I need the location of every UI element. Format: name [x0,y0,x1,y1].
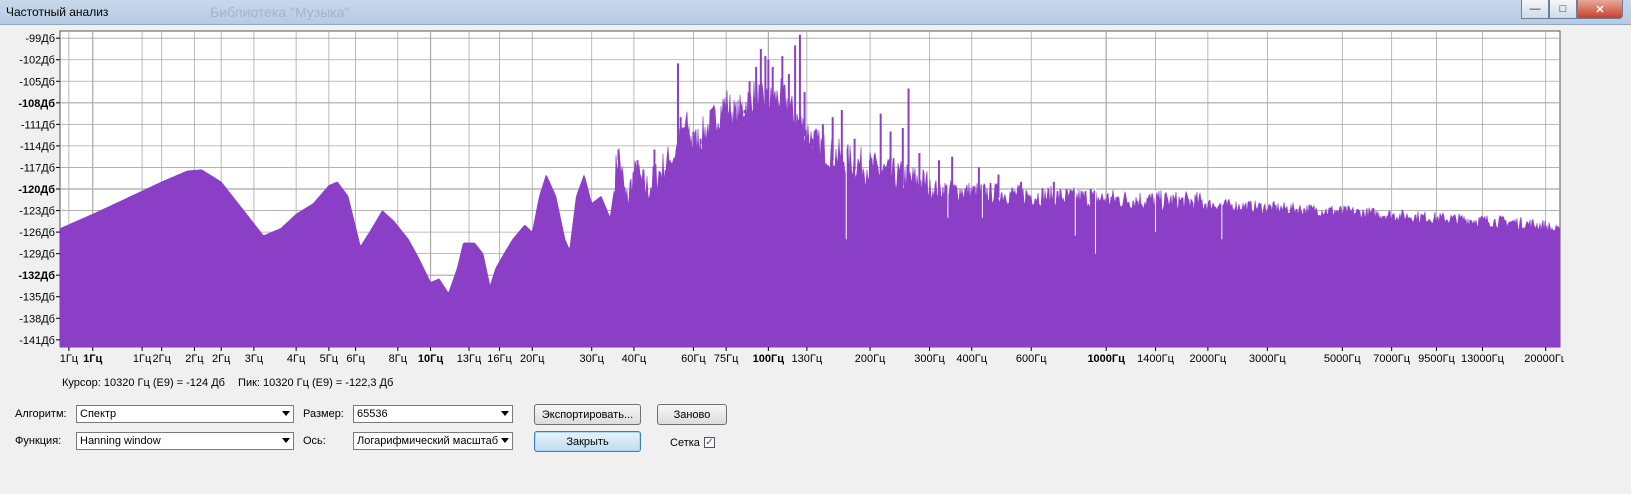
function-label: Функция: [15,435,62,447]
size-value: 65536 [357,408,388,420]
y-tick-label: -135Дб [19,292,55,304]
x-tick-label: 1Гц [83,353,102,365]
replot-button[interactable]: Заново [657,404,727,425]
x-tick-label: 3Гц [245,353,264,365]
x-tick-label: 400Гц [956,353,987,365]
x-tick-label: 9500Гц [1418,353,1455,365]
x-tick-label: 200Гц [855,353,886,365]
function-select[interactable]: Hanning window [76,432,294,450]
size-label: Размер: [303,408,344,420]
check-icon: ✓ [705,437,714,448]
window-title: Частотный анализ [6,5,109,19]
x-tick-label: 16Гц [487,353,512,365]
y-tick-label: -141Дб [19,335,55,347]
y-tick-label: -132Дб [18,270,55,282]
algorithm-value: Спектр [80,408,117,420]
x-tick-label: 20Гц [520,353,545,365]
y-tick-label: -108Дб [18,98,55,110]
y-tick-label: -99Дб [25,33,55,45]
x-tick-label: 60Гц [681,353,706,365]
x-tick-label: 7000Гц [1373,353,1410,365]
x-tick-label: 1Гц [60,353,79,365]
x-tick-label: 2000Гц [1190,353,1227,365]
axis-value: Логарифмический масштаб [357,435,499,447]
y-tick-label: -111Дб [21,119,55,131]
x-tick-label: 1Гц [133,353,152,365]
y-tick-label: -123Дб [19,206,55,218]
axis-select[interactable]: Логарифмический масштаб [353,432,513,450]
chevron-down-icon [282,438,290,443]
x-tick-label: 8Гц [389,353,408,365]
y-tick-label: -129Дб [19,249,55,261]
minimize-button[interactable]: — [1521,0,1549,19]
peak-readout: Пик: 10320 Гц (E9) = -122,3 Дб [238,377,394,389]
y-tick-label: -102Дб [19,55,55,67]
status-line: Курсор: 10320 Гц (E9) = -124 Дб Пик: 103… [62,377,403,389]
x-tick-label: 10Гц [418,353,443,365]
y-tick-label: -105Дб [19,76,55,88]
y-tick-label: -117Дб [20,162,55,174]
close-window-button[interactable]: ✕ [1577,0,1623,19]
background-window-title: Библиотека "Музыка" [210,4,350,20]
y-tick-label: -138Дб [19,313,55,325]
x-tick-label: 13000Гц [1461,353,1505,365]
x-tick-label: 40Гц [622,353,647,365]
window-titlebar: Частотный анализ Библиотека "Музыка" — □… [0,0,1631,25]
x-tick-label: 5000Гц [1324,353,1361,365]
x-tick-label: 2Гц [212,353,231,365]
y-tick-label: -120Дб [18,184,55,196]
x-tick-label: 13Гц [457,353,482,365]
x-tick-label: 75Гц [714,353,739,365]
spectrum-chart[interactable]: -99Дб -102Дб -105Дб -108Дб -111Дб -114Дб -117Д… [8,28,1568,368]
x-tick-label: 100Гц [753,353,785,365]
x-tick-label: 20000Гц [1524,353,1564,365]
chevron-down-icon [501,438,509,443]
close-button[interactable]: Закрыть [534,431,641,452]
x-tick-label: 300Гц [914,353,945,365]
maximize-button[interactable]: □ [1549,0,1577,19]
x-tick-label: 4Гц [287,353,306,365]
y-tick-label: -114Дб [20,141,55,153]
export-button[interactable]: Экспортировать... [534,404,641,425]
x-tick-label: 2Гц [153,353,172,365]
x-tick-label: 30Гц [579,353,604,365]
algorithm-select[interactable]: Спектр [76,405,294,423]
x-tick-label: 1400Гц [1137,353,1174,365]
x-tick-label: 600Гц [1016,353,1047,365]
y-tick-label: -126Дб [19,227,55,239]
x-tick-label: 6Гц [346,353,365,365]
chevron-down-icon [282,411,290,416]
spectrum-plot[interactable]: -99Дб -102Дб -105Дб -108Дб -111Дб -114Дб -117Д… [8,28,1568,368]
function-value: Hanning window [80,435,161,447]
algorithm-label: Алгоритм: [15,408,67,420]
chevron-down-icon [501,411,509,416]
x-tick-label: 3000Гц [1249,353,1286,365]
grid-checkbox[interactable]: ✓ [704,437,715,448]
x-tick-label: 130Гц [792,353,823,365]
size-select[interactable]: 65536 [353,405,513,423]
grid-label: Сетка [670,437,700,449]
x-tick-label: 2Гц [185,353,204,365]
x-tick-label: 5Гц [320,353,339,365]
axis-label: Ось: [303,435,326,447]
window-controls: — □ ✕ [1521,0,1623,19]
cursor-readout: Курсор: 10320 Гц (E9) = -124 Дб [62,377,225,389]
x-tick-label: 1000Гц [1087,353,1125,365]
